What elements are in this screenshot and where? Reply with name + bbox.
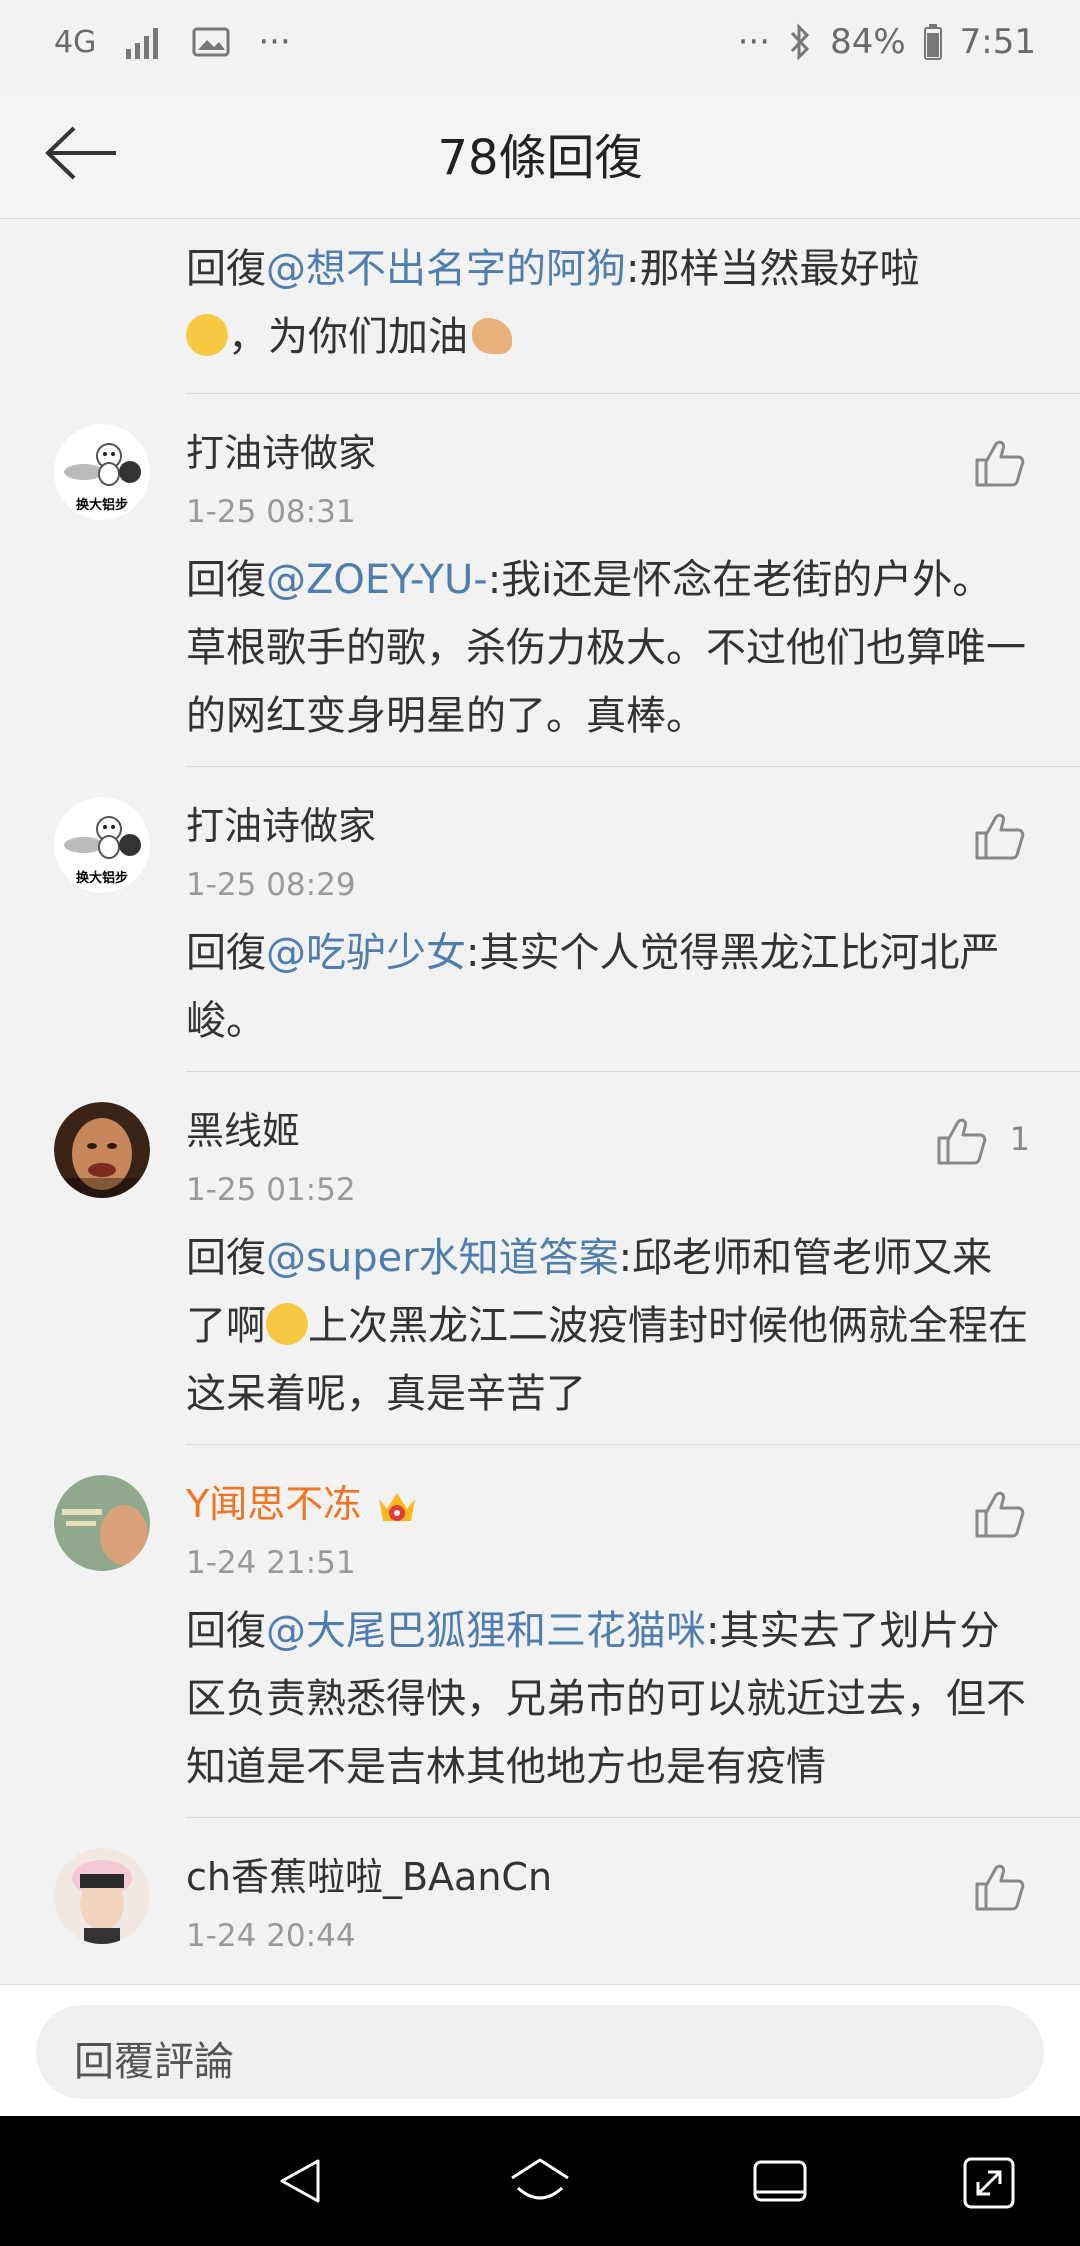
crying-laughing-emoji-icon: [266, 1303, 308, 1345]
avatar[interactable]: 换大铝步: [54, 797, 150, 893]
reply-content-2: ，为你们加油: [228, 314, 468, 360]
system-nav-bar: [0, 2116, 1080, 2246]
reply-item: 换大铝步 打油诗做家 1-25 08:29 回復@吃驴少女:其实个人觉得黑龙江比…: [0, 767, 1080, 1071]
thumbs-up-icon[interactable]: [974, 438, 1026, 488]
reply-content: :那样当然最好啦: [626, 246, 920, 292]
nav-recents-icon[interactable]: [752, 2156, 808, 2206]
thumbs-up-icon[interactable]: [974, 1489, 1026, 1539]
like-count: 1: [1009, 1120, 1030, 1158]
timestamp: 1-24 21:51: [186, 1545, 356, 1581]
mention-link[interactable]: @ZOEY-YU-: [266, 557, 488, 603]
thumbs-up-icon[interactable]: [974, 1862, 1026, 1912]
comment-input-placeholder: 回覆評論: [74, 2039, 234, 2085]
status-more-right: ···: [737, 22, 771, 62]
flexed-biceps-emoji-icon: [472, 318, 512, 354]
reply-text: 回復@想不出名字的阿狗:那样当然最好啦 ，为你们加油: [186, 235, 1032, 393]
reply-text: 回復@super水知道答案:邱老师和管老师又来了啊 上次黑龙江二波疫情封时候他俩就…: [186, 1224, 1032, 1444]
reply-item: Y闻思不冻 1-24 21:51 回復@大尾巴狐狸和三花猫咪:其实去了划片分区负…: [0, 1445, 1080, 1817]
reply-prefix: 回復: [186, 246, 266, 292]
username[interactable]: 黑线姬: [186, 1072, 1032, 1156]
battery-percent: 84%: [830, 22, 906, 62]
nav-back-icon[interactable]: [276, 2156, 326, 2206]
bluetooth-icon: [790, 23, 810, 61]
mention-link[interactable]: @大尾巴狐狸和三花猫咪: [266, 1608, 706, 1654]
reply-text: 回復@大尾巴狐狸和三花猫咪:其实去了划片分区负责熟悉得快，兄弟市的可以就近过去，…: [186, 1597, 1032, 1817]
mention-link[interactable]: @吃驴少女: [266, 930, 466, 976]
avatar[interactable]: 换大铝步: [54, 424, 150, 520]
username[interactable]: ch香蕉啦啦_BAanCn: [186, 1818, 1032, 1902]
image-icon: [192, 27, 230, 57]
battery-icon: [923, 24, 942, 60]
timestamp: 1-24 20:44: [186, 1918, 356, 1954]
reply-list[interactable]: 回復@想不出名字的阿狗:那样当然最好啦 ，为你们加油 换大铝步 打油诗做家 1-…: [0, 219, 1080, 1983]
reply-prefix: 回復: [186, 557, 266, 603]
username[interactable]: 打油诗做家: [186, 767, 1032, 851]
clock: 7:51: [959, 22, 1036, 62]
avatar[interactable]: [54, 1848, 150, 1944]
reply-item: 回復@想不出名字的阿狗:那样当然最好啦 ，为你们加油: [0, 235, 1080, 393]
reply-text: 回復@吃驴少女:其实个人觉得黑龙江比河北严峻。: [186, 919, 1032, 1071]
reply-text: 回復@ZOEY-YU-:我i还是怀念在老街的户外。草根歌手的歌，杀伤力极大。不过…: [186, 546, 1032, 766]
reply-item: ch香蕉啦啦_BAanCn 1-24 20:44: [0, 1818, 1080, 1956]
reply-item: 黑线姬 1 1-25 01:52 回復@super水知道答案:邱老师和管老师又来…: [0, 1072, 1080, 1444]
status-bar: 4G ··· ··· 84% 7:51: [0, 0, 1080, 90]
timestamp: 1-25 01:52: [186, 1172, 356, 1208]
reply-content-2: 上次黑龙江二波疫情封时候他俩就全程在这呆着呢，真是辛苦了: [186, 1303, 1028, 1417]
status-more-left: ···: [258, 22, 291, 62]
reply-prefix: 回復: [186, 1235, 266, 1281]
comment-bar: 回覆評論: [0, 1984, 1080, 2117]
signal-icon: [126, 28, 159, 59]
avatar[interactable]: [54, 1102, 150, 1198]
avatar-caption: 换大铝步: [75, 871, 128, 886]
reply-prefix: 回復: [186, 1608, 266, 1654]
nav-home-icon[interactable]: [508, 2156, 572, 2206]
title-bar: 78條回復: [0, 90, 1080, 219]
reply-prefix: 回復: [186, 930, 266, 976]
network-4g-icon: 4G: [54, 24, 97, 60]
page-title: 78條回復: [437, 130, 643, 186]
username[interactable]: Y闻思不冻: [186, 1445, 1032, 1529]
thumbs-up-icon[interactable]: [974, 811, 1026, 861]
vip-crown-icon: [379, 1492, 416, 1521]
comment-input[interactable]: 回覆評論: [36, 2005, 1044, 2099]
avatar-caption: 换大铝步: [75, 498, 128, 513]
username[interactable]: 打油诗做家: [186, 394, 1032, 478]
timestamp: 1-25 08:29: [186, 867, 356, 903]
thumbs-up-icon[interactable]: [936, 1116, 988, 1166]
reply-item: 换大铝步 打油诗做家 1-25 08:31 回復@ZOEY-YU-:我i还是怀念…: [0, 394, 1080, 766]
timestamp: 1-25 08:31: [186, 494, 356, 530]
mention-link[interactable]: @想不出名字的阿狗: [266, 246, 626, 292]
nav-expand-icon[interactable]: [962, 2156, 1016, 2210]
mention-link[interactable]: @super水知道答案: [266, 1235, 619, 1281]
avatar[interactable]: [54, 1475, 150, 1571]
thinking-face-emoji-icon: [186, 314, 228, 356]
